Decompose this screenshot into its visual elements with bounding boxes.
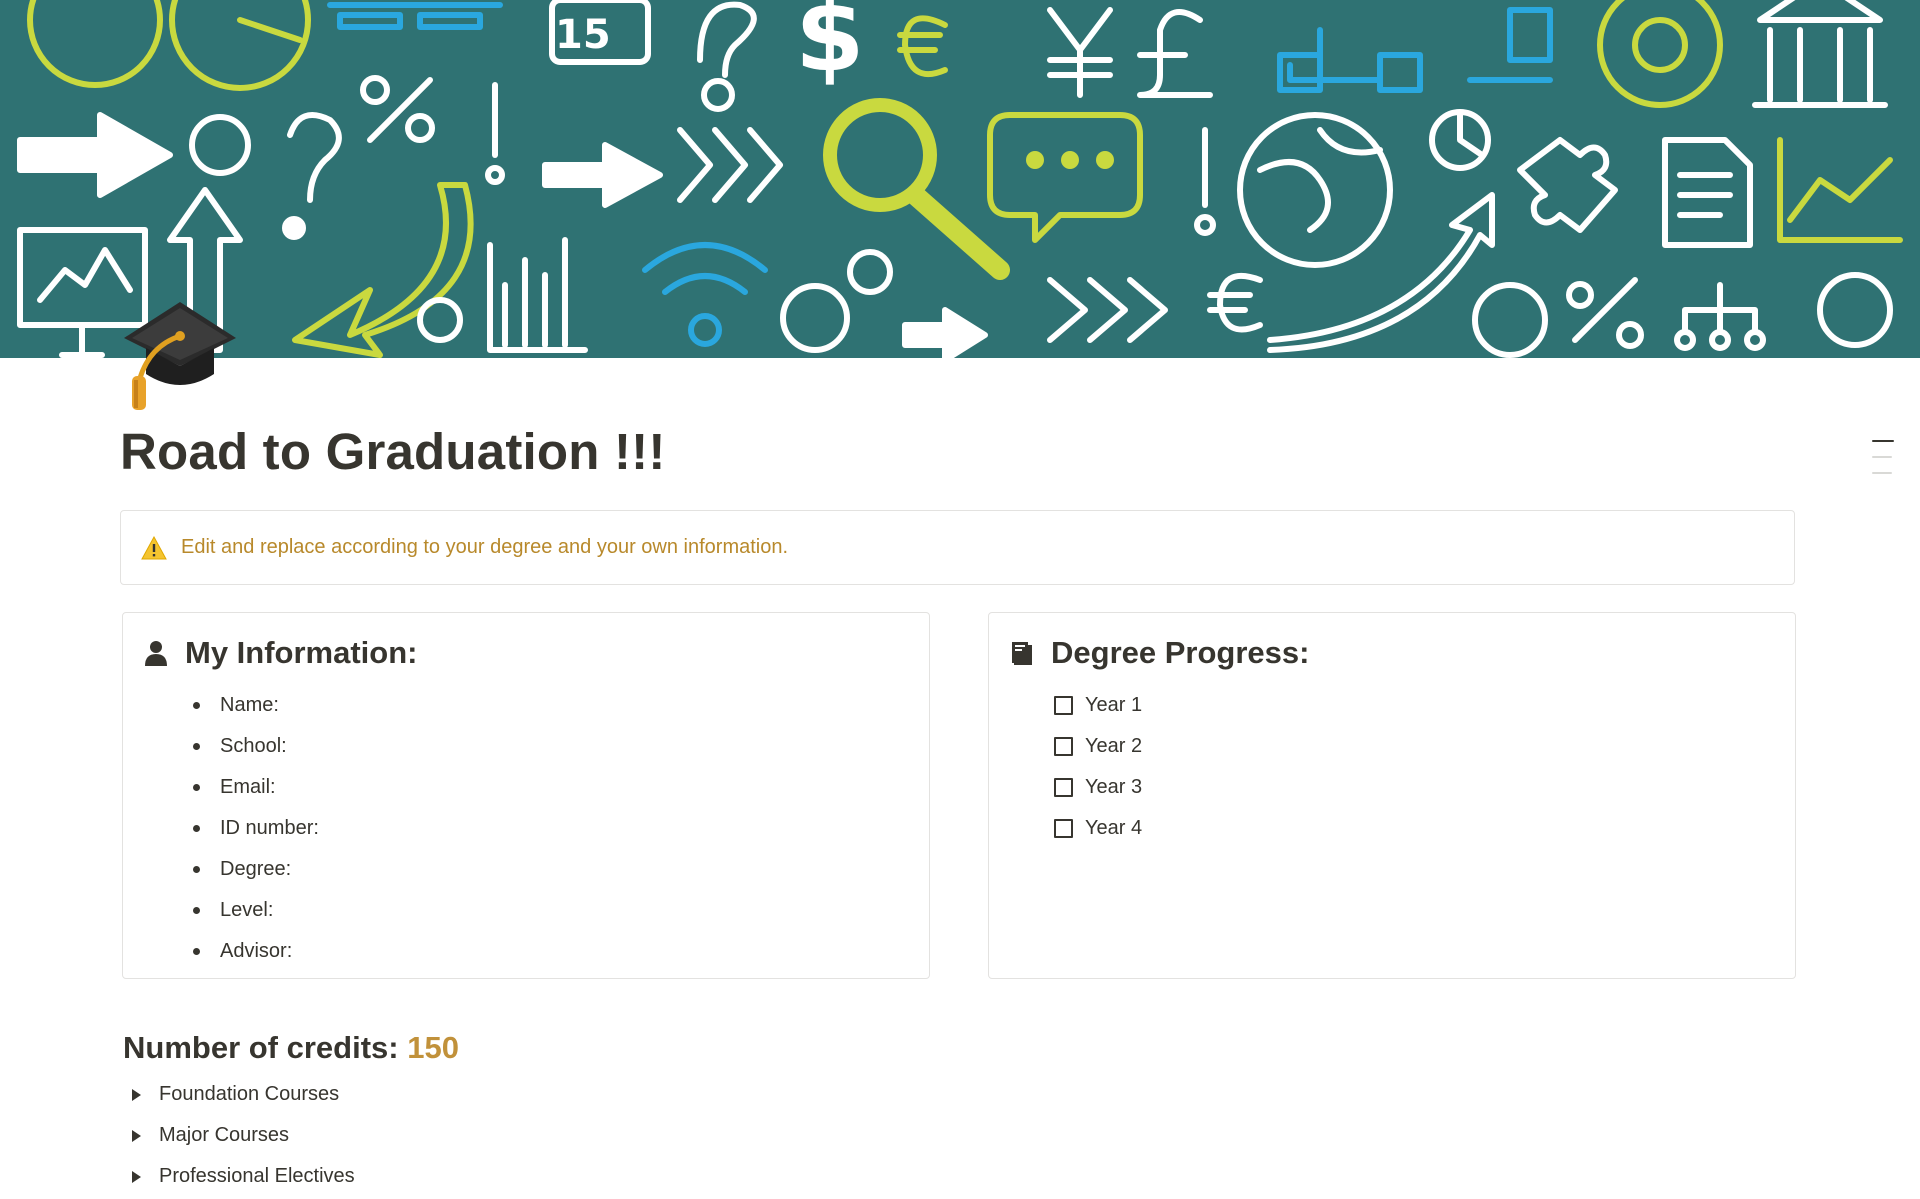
toggle-item[interactable]: Professional Electives	[130, 1156, 355, 1197]
checkbox[interactable]	[1054, 696, 1073, 715]
callout-text: Edit and replace according to your degre…	[181, 536, 789, 558]
toggle-label: Major Courses	[159, 1124, 290, 1146]
list-item-label: Degree:	[220, 858, 292, 880]
bullet-icon	[193, 702, 200, 709]
list-item-label: School:	[220, 735, 287, 757]
outline-line[interactable]	[1872, 456, 1892, 458]
toggle-arrow-icon[interactable]	[132, 1129, 141, 1142]
bullet-icon	[193, 825, 200, 832]
warning-icon	[141, 535, 167, 559]
outline-line[interactable]	[1872, 472, 1892, 474]
checkbox[interactable]	[1054, 819, 1073, 838]
list-item[interactable]: School:	[193, 726, 319, 767]
chalkboard-doodle-cover: 15 $	[17, 0, 1903, 358]
graduation-cap-icon	[124, 302, 236, 410]
list-item-label: ID number:	[220, 817, 319, 839]
page-outline[interactable]	[1872, 440, 1896, 488]
progress-checklist: Year 1 Year 2 Year 3 Year 4	[1054, 685, 1142, 849]
list-item-label: Name:	[220, 694, 279, 716]
credits-value: 150	[407, 1030, 459, 1065]
bullet-icon	[193, 907, 200, 914]
list-item[interactable]: Name:	[193, 685, 319, 726]
svg-text:$: $	[795, 0, 865, 94]
toggle-label: Professional Electives	[159, 1165, 355, 1187]
checkbox[interactable]	[1054, 737, 1073, 756]
list-item-label: Advisor:	[220, 940, 293, 962]
my-information-card: My Information: Name: School: Email: ID …	[122, 612, 930, 979]
information-list: Name: School: Email: ID number: Degree: …	[193, 685, 319, 972]
book-icon	[1012, 642, 1032, 665]
course-toggle-list: Foundation Courses Major Courses Profess…	[130, 1074, 355, 1197]
person-icon	[145, 641, 167, 666]
card-header: Degree Progress:	[1009, 635, 1309, 671]
checklist-item[interactable]: Year 4	[1054, 808, 1142, 849]
card-heading: My Information:	[185, 635, 418, 670]
checklist-label: Year 1	[1085, 694, 1143, 716]
checklist-label: Year 2	[1085, 735, 1143, 757]
list-item-label: Level:	[220, 899, 274, 921]
bullet-icon	[193, 948, 200, 955]
checkbox[interactable]	[1054, 778, 1073, 797]
list-item[interactable]: Advisor:	[193, 931, 319, 972]
checklist-item[interactable]: Year 3	[1054, 767, 1142, 808]
toggle-item[interactable]: Foundation Courses	[130, 1074, 355, 1115]
list-item[interactable]: Email:	[193, 767, 319, 808]
toggle-arrow-icon[interactable]	[132, 1170, 141, 1183]
list-item[interactable]: Degree:	[193, 849, 319, 890]
checklist-label: Year 3	[1085, 776, 1143, 798]
list-item[interactable]: ID number:	[193, 808, 319, 849]
checklist-item[interactable]: Year 1	[1054, 685, 1142, 726]
toggle-label: Foundation Courses	[159, 1083, 340, 1105]
cover-image: 15 $	[0, 0, 1920, 358]
bullet-icon	[193, 784, 200, 791]
checklist-label: Year 4	[1085, 817, 1143, 839]
toggle-arrow-icon[interactable]	[132, 1088, 141, 1101]
toggle-item[interactable]: Major Courses	[130, 1115, 355, 1156]
bullet-icon	[193, 866, 200, 873]
page-title[interactable]: Road to Graduation !!!	[120, 422, 666, 481]
card-heading: Degree Progress:	[1051, 635, 1310, 670]
credits-heading[interactable]: Number of credits: 150	[123, 1030, 459, 1066]
bullet-icon	[193, 743, 200, 750]
credits-label: Number of credits:	[123, 1030, 408, 1065]
list-item-label: Email:	[220, 776, 276, 798]
list-item[interactable]: Level:	[193, 890, 319, 931]
svg-text:15: 15	[555, 12, 611, 58]
card-header: My Information:	[143, 635, 418, 671]
warning-callout[interactable]: Edit and replace according to your degre…	[120, 510, 1795, 585]
degree-progress-card: Degree Progress: Year 1 Year 2 Year 3 Ye…	[988, 612, 1796, 979]
outline-line[interactable]	[1872, 440, 1894, 442]
checklist-item[interactable]: Year 2	[1054, 726, 1142, 767]
